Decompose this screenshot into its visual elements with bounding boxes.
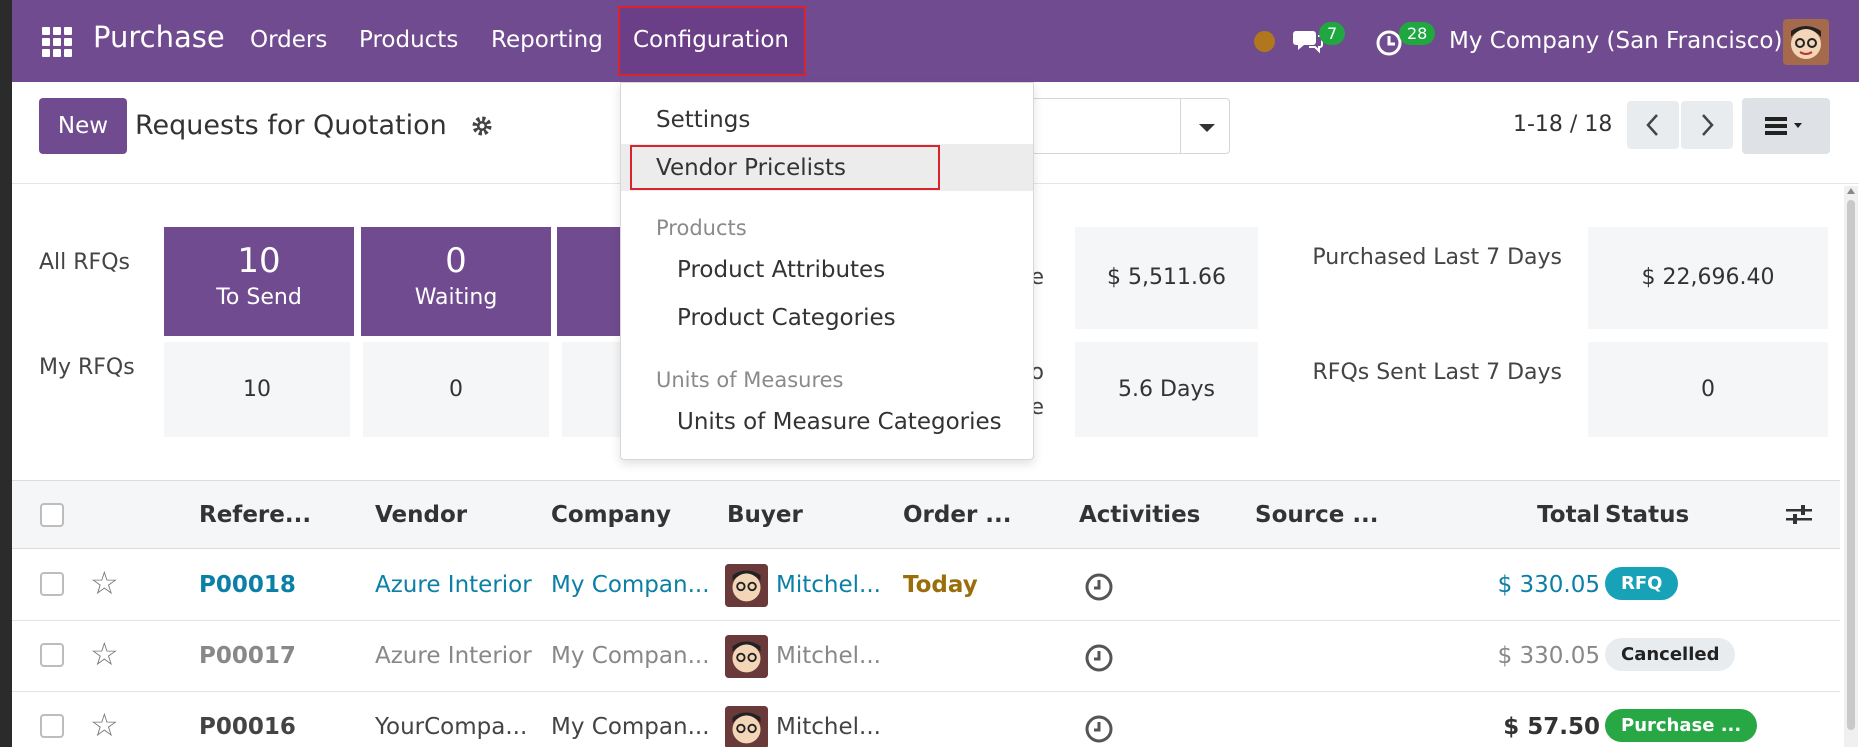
cell-vendor[interactable]: Azure Interior — [375, 643, 532, 669]
configuration-dropdown: Settings Vendor Pricelists Products Prod… — [620, 82, 1034, 460]
stat-value-rfqs-sent: 0 — [1588, 342, 1828, 437]
search-input[interactable] — [1012, 98, 1182, 154]
caret-down-icon — [1199, 124, 1215, 132]
col-activities[interactable]: Activities — [1079, 502, 1200, 528]
my-tile-to-send[interactable]: 10 — [164, 342, 350, 437]
cell-reference[interactable]: P00018 — [199, 572, 296, 598]
col-vendor[interactable]: Vendor — [375, 502, 467, 528]
top-navbar: Purchase Orders Products Reporting Confi… — [12, 0, 1859, 82]
dropdown-header-uom: Units of Measures — [656, 368, 844, 392]
activity-badge: 28 — [1399, 22, 1436, 45]
col-order-deadline[interactable]: Order ... — [903, 502, 1012, 528]
col-reference[interactable]: Refere... — [199, 502, 311, 528]
highlight-box — [630, 145, 940, 190]
col-buyer[interactable]: Buyer — [727, 502, 803, 528]
app-grid-icon[interactable] — [42, 27, 72, 57]
optional-columns-icon[interactable] — [1784, 503, 1814, 527]
cell-vendor[interactable]: Azure Interior — [375, 572, 532, 598]
new-button[interactable]: New — [39, 98, 127, 154]
my-tile-waiting[interactable]: 0 — [363, 342, 549, 437]
avatar — [725, 635, 768, 678]
activity-clock-icon[interactable] — [1084, 572, 1114, 602]
menu-products[interactable]: Products — [359, 27, 458, 53]
tile-label: To Send — [216, 285, 302, 310]
user-avatar[interactable] — [1783, 19, 1829, 65]
stat-value: 5.6 Days — [1075, 342, 1258, 437]
row-checkbox[interactable] — [40, 643, 64, 667]
table-header: Refere... Vendor Company Buyer Order ...… — [12, 481, 1840, 549]
pager-next-button[interactable] — [1681, 101, 1733, 149]
dropdown-header-products: Products — [656, 216, 747, 240]
menu-orders[interactable]: Orders — [250, 27, 327, 53]
tile-to-send[interactable]: 10 To Send — [164, 227, 354, 336]
status-badge: Purchase ... — [1605, 709, 1758, 742]
view-switcher-button[interactable] — [1742, 98, 1830, 154]
cell-order-deadline: Today — [903, 572, 978, 598]
menu-reporting[interactable]: Reporting — [491, 27, 603, 53]
pager-prev-button[interactable] — [1627, 101, 1679, 149]
cell-buyer[interactable]: Mitchel... — [776, 643, 881, 669]
chevron-right-icon — [1702, 114, 1714, 136]
stat-label-purchased: Purchased Last 7 Days — [1312, 245, 1562, 270]
app-window: Purchase Orders Products Reporting Confi… — [12, 0, 1859, 747]
table-row[interactable]: ☆ P00016 YourCompa... My Compan... Mitch… — [12, 692, 1840, 747]
dropdown-item-product-categories[interactable]: Product Categories — [677, 305, 896, 331]
page-title: Requests for Quotation — [135, 110, 447, 141]
stat-value-purchased: $ 22,696.40 — [1588, 227, 1828, 329]
gear-icon[interactable] — [470, 114, 494, 138]
dropdown-item-product-attributes[interactable]: Product Attributes — [677, 257, 885, 283]
chat-badge: 7 — [1319, 22, 1346, 45]
avatar — [725, 706, 768, 747]
cell-reference[interactable]: P00017 — [199, 643, 296, 669]
my-rfqs-label: My RFQs — [39, 355, 135, 380]
cell-total: $ 57.50 — [1503, 714, 1600, 740]
cell-vendor[interactable]: YourCompa... — [375, 714, 527, 740]
cell-buyer[interactable]: Mitchel... — [776, 572, 881, 598]
cell-company[interactable]: My Compan... — [551, 643, 710, 669]
table-row[interactable]: ☆ P00017 Azure Interior My Compan... Mit… — [12, 621, 1840, 692]
row-checkbox[interactable] — [40, 572, 64, 596]
cell-company[interactable]: My Compan... — [551, 714, 710, 740]
cell-total: $ 330.05 — [1497, 572, 1600, 598]
col-total[interactable]: Total — [1530, 502, 1600, 528]
status-dot-icon[interactable] — [1254, 31, 1275, 52]
cell-reference[interactable]: P00016 — [199, 714, 296, 740]
star-icon[interactable]: ☆ — [90, 638, 119, 670]
dropdown-item-settings[interactable]: Settings — [656, 107, 750, 133]
activity-clock-icon[interactable] — [1084, 643, 1114, 673]
cell-buyer[interactable]: Mitchel... — [776, 714, 881, 740]
select-all-checkbox[interactable] — [40, 503, 64, 527]
tile-waiting[interactable]: 0 Waiting — [361, 227, 551, 336]
star-icon[interactable]: ☆ — [90, 567, 119, 599]
scroll-up-arrow-icon[interactable] — [1847, 188, 1855, 194]
menu-configuration[interactable]: Configuration — [618, 6, 806, 76]
status-badge: Cancelled — [1605, 638, 1736, 671]
tile-label: Waiting — [414, 285, 498, 310]
vertical-scrollbar[interactable] — [1844, 186, 1858, 747]
scrollbar-thumb[interactable] — [1847, 200, 1855, 730]
dropdown-item-uom-categories[interactable]: Units of Measure Categories — [677, 409, 1002, 435]
activity-clock-icon[interactable] — [1084, 714, 1114, 744]
company-switcher[interactable]: My Company (San Francisco) — [1449, 28, 1782, 54]
search-options-toggle[interactable] — [1180, 98, 1230, 154]
cell-total: $ 330.05 — [1497, 643, 1600, 669]
avatar — [725, 564, 768, 607]
table-row[interactable]: ☆ P00018 Azure Interior My Compan... Mit… — [12, 550, 1840, 621]
pager-value[interactable]: 1-18 / 18 — [1513, 112, 1612, 137]
status-badge: RFQ — [1605, 567, 1679, 600]
stat-value: $ 5,511.66 — [1075, 227, 1258, 329]
tile-value: 10 — [237, 241, 281, 281]
tile-value: 0 — [445, 241, 467, 281]
star-icon[interactable]: ☆ — [90, 709, 119, 741]
col-status[interactable]: Status — [1605, 502, 1689, 528]
row-checkbox[interactable] — [40, 714, 64, 738]
list-view-icon — [1765, 117, 1802, 135]
col-source[interactable]: Source ... — [1255, 502, 1379, 528]
cell-company[interactable]: My Compan... — [551, 572, 710, 598]
all-rfqs-label: All RFQs — [39, 250, 130, 275]
stat-label-rfqs-sent: RFQs Sent Last 7 Days — [1312, 360, 1563, 385]
app-name[interactable]: Purchase — [93, 20, 225, 54]
chevron-left-icon — [1646, 114, 1658, 136]
col-company[interactable]: Company — [551, 502, 671, 528]
